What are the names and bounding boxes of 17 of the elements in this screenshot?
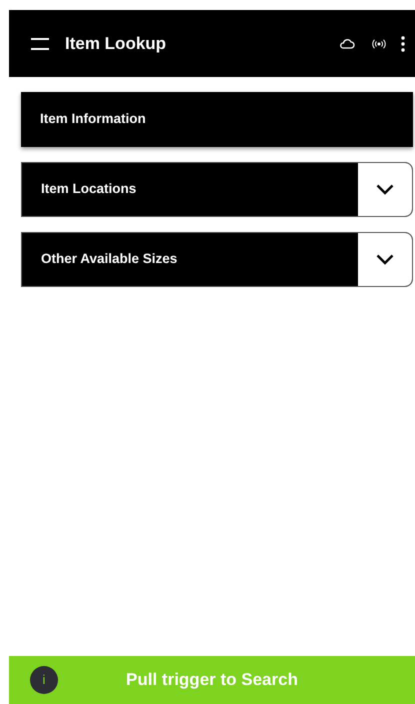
section-title: Other Available Sizes <box>40 250 178 268</box>
expand-button[interactable] <box>358 233 412 286</box>
chevron-down-icon <box>376 254 394 265</box>
more-icon[interactable] <box>401 36 405 52</box>
section-header[interactable]: Item Information <box>21 92 413 147</box>
chevron-down-icon <box>376 184 394 195</box>
app-title: Item Lookup <box>65 32 166 55</box>
info-icon[interactable]: i <box>30 666 58 694</box>
bottom-bar[interactable]: i Pull trigger to Search <box>9 656 415 704</box>
section-header[interactable]: Item Locations <box>21 162 413 217</box>
menu-icon[interactable] <box>31 38 49 50</box>
expand-button[interactable] <box>358 163 412 216</box>
section-header[interactable]: Other Available Sizes <box>21 232 413 287</box>
signal-icon[interactable] <box>372 38 386 48</box>
search-hint: Pull trigger to Search <box>126 669 298 692</box>
section-title: Item Locations <box>40 180 138 198</box>
cloud-icon[interactable] <box>339 38 355 49</box>
